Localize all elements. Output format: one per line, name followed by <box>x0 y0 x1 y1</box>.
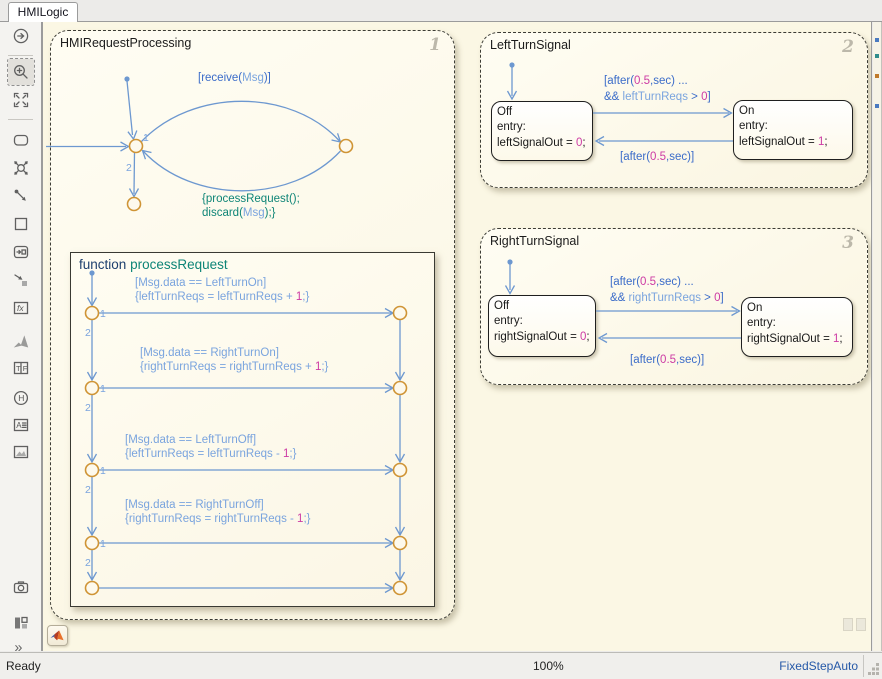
status-bar: Ready 100% FixedStepAuto <box>0 652 882 679</box>
annotation-tool-icon[interactable]: A <box>8 412 34 438</box>
execution-order-badge: 3 <box>842 233 854 253</box>
transition-label-right-off[interactable]: [after(0.5,sec)] <box>630 354 704 368</box>
transition-label-right-on-2[interactable]: && rightTurnReqs > 0] <box>610 292 724 306</box>
status-separator <box>863 655 864 677</box>
status-solver[interactable]: FixedStepAuto <box>779 659 858 673</box>
state-left-on[interactable]: On entry: leftSignalOut = 1; <box>733 100 853 160</box>
junction-tool-icon[interactable] <box>8 155 34 181</box>
svg-text:A: A <box>16 421 22 430</box>
state-title[interactable]: RightTurnSignal <box>490 234 579 248</box>
palette-separator <box>8 55 33 56</box>
status-ready: Ready <box>6 659 41 673</box>
screenshot-icon[interactable] <box>8 574 34 600</box>
truth-table-tool-icon[interactable]: TF <box>8 355 34 381</box>
box-tool-icon[interactable] <box>8 211 34 237</box>
state-tool-icon[interactable] <box>8 127 34 153</box>
state-right-on[interactable]: On entry: rightSignalOut = 1; <box>741 297 853 357</box>
state-left-off[interactable]: Off entry: leftSignalOut = 0; <box>491 101 593 161</box>
fn-row2-label[interactable]: [Msg.data == RightTurnOn] {rightTurnReqs … <box>140 347 328 374</box>
resize-grip[interactable] <box>868 663 880 678</box>
matlab-function-tool-icon[interactable]: fx <box>8 295 34 321</box>
state-right-off[interactable]: Off entry: rightSignalOut = 0; <box>488 295 596 357</box>
function-signature[interactable]: function processRequest <box>79 257 228 272</box>
svg-text:T: T <box>16 364 21 373</box>
state-title[interactable]: LeftTurnSignal <box>490 38 571 52</box>
matlab-language-badge[interactable] <box>47 625 68 646</box>
right-edge-panel <box>873 22 882 651</box>
palette-separator <box>8 119 33 120</box>
chart-canvas[interactable]: HMIRequestProcessing 1 LeftTurnSignal 2 … <box>42 22 872 651</box>
zoom-in-icon[interactable] <box>7 58 35 86</box>
transition-label-left-on-2[interactable]: && leftTurnReqs > 0] <box>604 91 711 105</box>
image-tool-icon[interactable] <box>8 439 34 465</box>
execution-order-badge: 2 <box>842 37 854 57</box>
transition-label-left-off[interactable]: [after(0.5,sec)] <box>620 151 694 165</box>
transition-label-left-on-1[interactable]: [after(0.5,sec) ... <box>604 75 688 89</box>
transition-label-process[interactable]: {processRequest(); discard(Msg);} <box>202 193 300 220</box>
object-palette: fx TF H A » <box>0 22 42 656</box>
transition-label-receive[interactable]: [receive(Msg)] <box>198 72 271 86</box>
scroll-corner <box>843 618 853 631</box>
history-junction-tool-icon[interactable]: H <box>8 385 34 411</box>
fn-row3-label[interactable]: [Msg.data == LeftTurnOff] {leftTurnReqs =… <box>125 434 296 461</box>
graphical-function-processrequest[interactable]: function processRequest <box>70 252 435 607</box>
graphical-function-tool-icon[interactable] <box>8 267 34 293</box>
tab-hmilogic[interactable]: HMILogic <box>8 2 78 23</box>
navigate-forward-icon[interactable] <box>8 23 34 49</box>
status-zoom-level: 100% <box>533 659 564 673</box>
svg-text:F: F <box>23 364 28 373</box>
transition-label-right-on-1[interactable]: [after(0.5,sec) ... <box>610 276 694 290</box>
state-title[interactable]: HMIRequestProcessing <box>60 36 191 50</box>
fn-row1-label[interactable]: [Msg.data == LeftTurnOn] {leftTurnReqs = … <box>135 277 309 304</box>
fit-to-view-icon[interactable] <box>8 87 34 113</box>
tab-label: HMILogic <box>17 5 69 19</box>
default-transition-tool-icon[interactable] <box>8 183 34 209</box>
svg-text:fx: fx <box>17 303 24 313</box>
simulink-function-tool-icon[interactable] <box>8 329 34 355</box>
tab-bar: HMILogic <box>0 0 882 23</box>
fn-row4-label[interactable]: [Msg.data == RightTurnOff] {rightTurnReqs… <box>125 499 311 526</box>
matlab-logo-icon <box>50 629 64 640</box>
pattern-wizard-icon[interactable] <box>8 610 34 636</box>
execution-order-badge: 1 <box>429 35 441 55</box>
svg-text:H: H <box>18 393 24 403</box>
scroll-corner <box>856 618 866 631</box>
simulink-state-tool-icon[interactable] <box>8 239 34 265</box>
